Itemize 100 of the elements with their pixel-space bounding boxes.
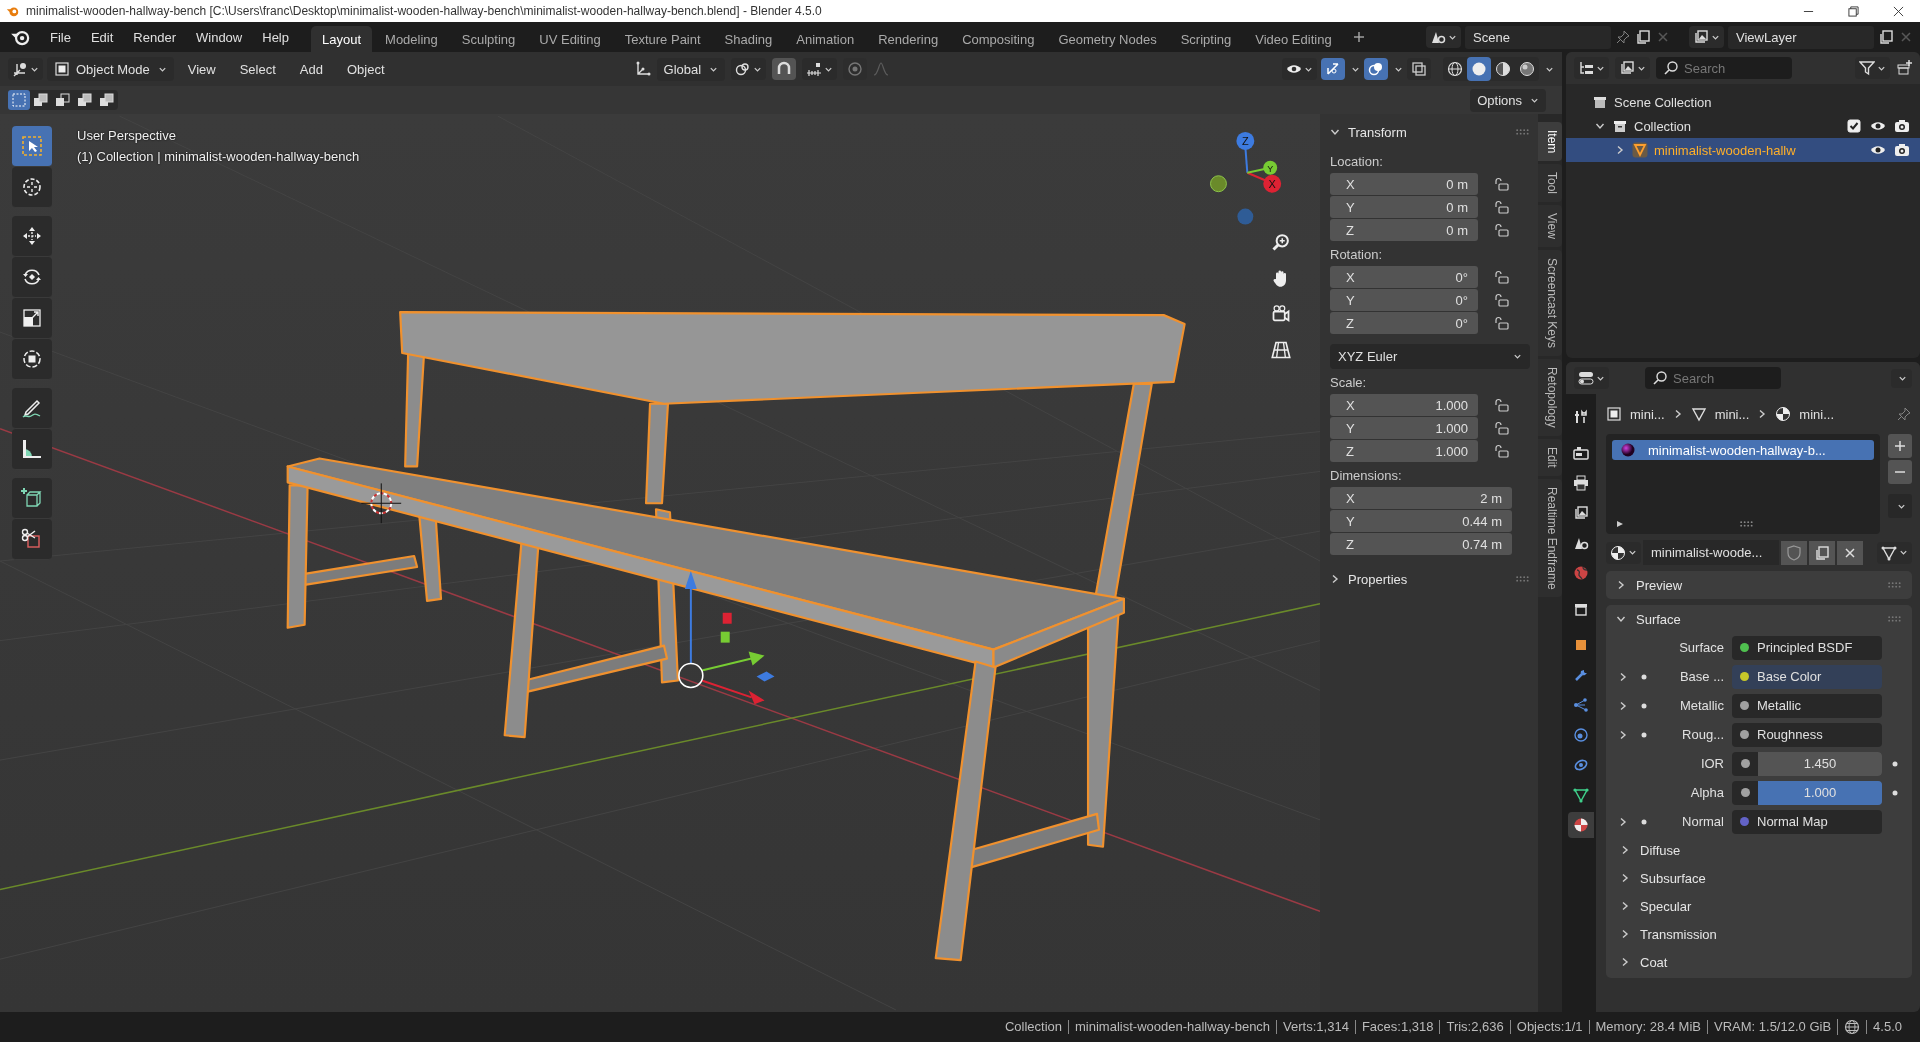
browse-material-button[interactable] xyxy=(1606,541,1641,564)
socket-link-field[interactable]: Base Color xyxy=(1732,664,1882,689)
xray-toggle-button[interactable] xyxy=(1407,58,1431,80)
breadcrumb-item[interactable]: mini... xyxy=(1799,406,1834,422)
workspace-tab[interactable]: UV Editing xyxy=(528,26,612,52)
menu-item[interactable]: Window xyxy=(186,29,253,45)
options-dropdown[interactable]: Options xyxy=(1470,88,1546,112)
drag-grip-icon[interactable] xyxy=(1740,520,1754,528)
menu-item[interactable]: File xyxy=(40,29,81,45)
options-dropdown-button[interactable] xyxy=(1891,368,1912,388)
tool-button[interactable] xyxy=(12,126,52,167)
workspace-tab[interactable]: Animation xyxy=(785,26,866,52)
tool-button[interactable] xyxy=(12,216,52,257)
play-triangle-icon[interactable] xyxy=(1616,520,1624,528)
panel-header[interactable]: Transform xyxy=(1330,120,1530,144)
number-field[interactable]: Z 1.000 xyxy=(1330,440,1478,462)
subpanel-header[interactable]: Coat xyxy=(1614,950,1904,974)
dot-icon[interactable] xyxy=(1641,673,1647,680)
number-field[interactable]: 1.450 xyxy=(1732,751,1882,776)
remove-slot-button[interactable] xyxy=(1888,460,1912,484)
editor-type-button[interactable] xyxy=(1574,57,1609,79)
number-field[interactable]: Y 0 m xyxy=(1330,196,1478,218)
close-icon[interactable] xyxy=(1893,5,1904,17)
tool-button[interactable] xyxy=(12,519,52,560)
snap-button[interactable] xyxy=(772,58,797,80)
tool-button[interactable] xyxy=(12,167,52,208)
panel-header[interactable]: Preview xyxy=(1606,571,1912,599)
number-field[interactable]: X 2 m xyxy=(1330,487,1512,509)
checked-checkbox-icon[interactable] xyxy=(1846,118,1862,134)
open-lock-icon[interactable] xyxy=(1494,176,1510,192)
dot-icon[interactable] xyxy=(1892,789,1898,796)
pin-icon[interactable] xyxy=(1896,406,1912,422)
navigation-gizmo[interactable]: Z Y X xyxy=(1210,131,1282,225)
scene-name-field[interactable]: Scene xyxy=(1465,25,1611,49)
search-field[interactable]: Search xyxy=(1656,57,1792,79)
number-field[interactable]: Z 0 m xyxy=(1330,219,1478,241)
breadcrumb-item[interactable]: mini... xyxy=(1630,406,1665,422)
menu-item[interactable]: Object xyxy=(336,61,395,77)
plus-icon[interactable] xyxy=(1352,31,1365,43)
socket-link-field[interactable]: Principled BSDF xyxy=(1732,635,1882,660)
restore-icon[interactable] xyxy=(1848,5,1859,17)
chevron-right-icon[interactable] xyxy=(1618,816,1628,827)
fake-user-button[interactable] xyxy=(1781,540,1807,565)
workspace-tab[interactable]: Scripting xyxy=(1169,26,1243,52)
material-name-field[interactable]: minimalist-woode... xyxy=(1643,540,1779,565)
sidebar-tab[interactable]: Screencast Keys xyxy=(1538,250,1562,357)
overlays-toggle-button[interactable] xyxy=(1364,58,1388,80)
workspace-tab[interactable]: Compositing xyxy=(951,26,1046,52)
view-layer-name-field[interactable]: ViewLayer xyxy=(1728,25,1874,49)
duplicate-icon[interactable] xyxy=(1878,29,1894,45)
workspace-tab[interactable]: Geometry Nodes xyxy=(1047,26,1168,52)
number-field[interactable]: X 0° xyxy=(1330,266,1478,288)
camera-icon[interactable] xyxy=(1894,118,1910,134)
workspace-tab[interactable]: Modeling xyxy=(374,26,449,52)
subpanel-header[interactable]: Specular xyxy=(1614,894,1904,918)
menu-item[interactable]: Edit xyxy=(80,29,124,45)
chevron-right-icon[interactable] xyxy=(1330,574,1340,584)
sidebar-tab[interactable]: Tool xyxy=(1538,164,1562,203)
panel-header[interactable]: Properties xyxy=(1330,567,1530,591)
menu-item[interactable]: View xyxy=(177,61,226,77)
chevron-down-icon[interactable] xyxy=(1616,614,1626,624)
unlink-material-button[interactable] xyxy=(1837,540,1863,565)
sidebar-tab[interactable]: Edit xyxy=(1538,438,1562,476)
open-lock-icon[interactable] xyxy=(1494,292,1510,308)
orientation-axes-icon[interactable] xyxy=(634,61,651,77)
pivot-button[interactable] xyxy=(731,58,767,80)
open-lock-icon[interactable] xyxy=(1494,420,1510,436)
number-field[interactable]: Y 0° xyxy=(1330,289,1478,311)
menu-item[interactable]: Help xyxy=(252,29,299,45)
open-lock-icon[interactable] xyxy=(1494,222,1510,238)
number-field[interactable]: Y 0.44 m xyxy=(1330,510,1512,532)
open-lock-icon[interactable] xyxy=(1494,315,1510,331)
shading-mode-button[interactable] xyxy=(1467,57,1491,81)
workspace-tab[interactable]: Shading xyxy=(713,26,784,52)
link-mode-button[interactable] xyxy=(1877,541,1912,564)
outliner-row[interactable]: Collection xyxy=(1566,114,1920,138)
chevron-right-icon[interactable] xyxy=(1620,845,1630,855)
visibility-button[interactable] xyxy=(1282,58,1317,80)
new-collection-icon[interactable] xyxy=(1896,60,1912,76)
socket-link-field[interactable]: Roughness xyxy=(1732,722,1882,747)
drag-grip-icon[interactable] xyxy=(1516,128,1530,136)
camera-icon[interactable] xyxy=(1894,142,1910,158)
socket-link-field[interactable]: Metallic xyxy=(1732,693,1882,718)
subpanel-header[interactable]: Transmission xyxy=(1614,922,1904,946)
slider-field[interactable]: 1.000 xyxy=(1732,780,1882,805)
menu-item[interactable]: Select xyxy=(229,61,286,77)
gizmo-toggle-button[interactable] xyxy=(1321,58,1345,80)
globe-icon[interactable] xyxy=(1844,1019,1861,1035)
subpanel-header[interactable]: Diffuse xyxy=(1614,838,1904,862)
display-mode-button[interactable] xyxy=(1615,57,1650,79)
tool-button[interactable] xyxy=(12,339,52,380)
chevron-right-icon[interactable] xyxy=(1618,700,1628,711)
duplicate-material-button[interactable] xyxy=(1809,540,1835,565)
tool-button[interactable] xyxy=(12,388,52,429)
scene-selector-button[interactable] xyxy=(1426,26,1461,48)
sidebar-tab[interactable]: Item xyxy=(1538,122,1562,162)
blender-logo-icon[interactable] xyxy=(10,28,32,46)
view-layer-selector-button[interactable] xyxy=(1689,26,1724,48)
outliner-row[interactable]: Scene Collection xyxy=(1566,90,1920,114)
rotation-mode-dropdown[interactable]: XYZ Euler xyxy=(1330,344,1530,369)
